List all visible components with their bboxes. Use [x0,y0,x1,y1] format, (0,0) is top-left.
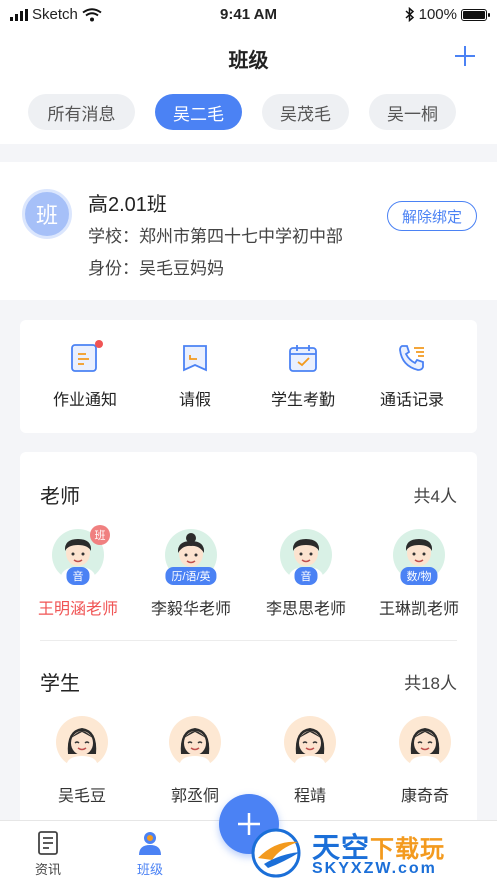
teacher-name: 李思思老师 [265,601,346,618]
function-attendance[interactable]: 学生考勤 [248,342,358,410]
subject-badge: 音 [294,567,318,585]
class-identity: 身份：吴毛豆妈妈 [88,259,224,278]
student-avatar [399,716,451,768]
student-item[interactable]: 吴毛豆 [27,716,137,806]
tab-child-2[interactable]: 吴茂毛 [262,94,349,130]
bluetooth-icon [405,7,414,22]
page-title: 班级 [228,50,269,72]
call-log-icon [396,342,428,374]
battery-percent: 100% [418,6,457,23]
function-call-log[interactable]: 通话记录 [357,342,467,410]
function-homework[interactable]: 作业通知 [30,340,140,410]
homework-icon [69,340,103,374]
function-leave[interactable]: 请假 [140,342,250,410]
class-avatar: 班 [22,189,72,239]
subject-badge: 数/物 [400,567,438,585]
class-name: 高2.01班 [88,194,167,216]
subject-badge: 历/语/英 [165,567,217,585]
battery-icon [461,8,490,21]
function-label: 学生考勤 [270,392,335,409]
students-count: 共18人 [404,674,457,693]
students-title: 学生 [40,673,80,695]
members-card: 老师 共4人 音 班 王明涵老师 历/语/英 李毅华老师 音 李思思老师 数/物… [20,452,477,832]
teacher-name: 李毅华老师 [150,601,231,618]
student-avatar [56,716,108,768]
teacher-item[interactable]: 历/语/英 李毅华老师 [136,529,246,619]
student-item[interactable]: 郭丞侗 [140,716,250,806]
watermark-url: SKYXZW.com [312,860,437,877]
status-bar: Sketch 9:41 AM 100% [0,0,497,32]
tabbar-label: 资讯 [34,862,61,877]
student-name: 康奇奇 [400,788,449,805]
teacher-avatar: 音 班 [52,525,110,585]
watermark-title-sub: 下载玩 [370,836,446,863]
teacher-item[interactable]: 音 李思思老师 [251,529,361,619]
teacher-avatar: 音 [280,529,332,585]
unbind-button[interactable]: 解除绑定 [387,201,477,231]
tabbar-label: 班级 [136,862,163,877]
function-label: 作业通知 [52,392,117,409]
teacher-item[interactable]: 音 班 王明涵老师 [23,525,133,619]
tab-child-1[interactable]: 吴二毛 [155,94,242,130]
student-item[interactable]: 康奇奇 [370,716,480,806]
function-label: 通话记录 [379,392,444,409]
news-icon [38,831,58,855]
teacher-name: 王琳凯老师 [378,601,459,618]
leave-icon [179,342,211,374]
section-divider [40,640,457,641]
student-name: 吴毛豆 [57,788,106,805]
watermark-logo [251,828,301,878]
class-school: 学校：郑州市第四十七中学初中部 [88,227,343,246]
teacher-avatar: 数/物 [393,529,445,585]
student-avatar [169,716,221,768]
nav-bar: 班级 [0,32,497,82]
class-info-card: 班 高2.01班 学校：郑州市第四十七中学初中部 身份：吴毛豆妈妈 解除绑定 [0,162,497,300]
class-icon [139,832,161,855]
status-right: 100% [405,6,490,23]
function-label: 请假 [178,392,211,409]
attendance-icon [287,342,319,374]
teacher-avatar: 历/语/英 [165,529,217,585]
tab-all-messages[interactable]: 所有消息 [28,94,135,130]
tab-child-3[interactable]: 吴一桐 [369,94,456,130]
teacher-item[interactable]: 数/物 王琳凯老师 [364,529,474,619]
teacher-name: 王明涵老师 [37,601,118,618]
watermark-title-main: 天空 [312,832,371,863]
student-name: 程靖 [293,788,326,805]
notification-dot [95,340,103,348]
tabbar-item-news[interactable]: 资讯 [18,829,78,878]
function-grid: 作业通知 请假 学生考勤 通话记录 [20,320,477,433]
tabbar-item-class[interactable]: 班级 [120,829,180,878]
teachers-count: 共4人 [413,487,457,506]
site-watermark: 天空下载玩 SKYXZW.com [250,824,495,882]
teachers-title: 老师 [40,486,80,508]
student-avatar [284,716,336,768]
plus-icon[interactable] [453,44,477,68]
child-tabs: 所有消息 吴二毛 吴茂毛 吴一桐 [0,82,497,144]
subject-badge: 音 [66,567,90,585]
student-item[interactable]: 程靖 [255,716,365,806]
head-teacher-badge: 班 [90,525,110,545]
